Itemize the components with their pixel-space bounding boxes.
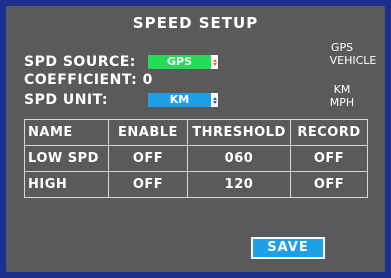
threshold-cell[interactable]: 120 — [187, 171, 291, 198]
enable-cell[interactable]: OFF — [108, 145, 188, 172]
spd-source-option-gps: GPS — [330, 41, 354, 54]
speed-setup-screen: SPEED SETUP SPD SOURCE: GPS GPS VEHICLE … — [0, 0, 391, 278]
updown-arrow-icon[interactable] — [211, 55, 218, 69]
spd-unit-label: SPD UNIT: — [24, 92, 109, 108]
spd-unit-option-mph: MPH — [329, 96, 355, 109]
spd-source-option-vehicle: VEHICLE — [329, 54, 377, 67]
spd-unit-value: KM — [148, 93, 211, 107]
spd-source-select[interactable]: GPS — [148, 55, 218, 69]
spd-unit-select[interactable]: KM — [148, 93, 218, 107]
row-name: LOW SPD — [24, 145, 109, 172]
column-header-name: NAME — [24, 119, 109, 146]
table-header-row: NAME ENABLE THRESHOLD RECORD — [24, 119, 368, 146]
row-name: HIGH — [24, 171, 109, 198]
table-row: LOW SPD OFF 060 OFF — [24, 145, 368, 172]
updown-arrow-icon[interactable] — [211, 93, 218, 107]
save-button[interactable]: SAVE — [251, 237, 325, 259]
column-header-record: RECORD — [290, 119, 368, 146]
spd-unit-option-km: KM — [333, 83, 351, 96]
alarm-table: NAME ENABLE THRESHOLD RECORD LOW SPD OFF… — [24, 119, 368, 198]
spd-source-value: GPS — [148, 55, 211, 69]
enable-cell[interactable]: OFF — [108, 171, 188, 198]
coefficient-label: COEFFICIENT: 0 — [24, 72, 153, 88]
record-cell[interactable]: OFF — [290, 171, 368, 198]
threshold-cell[interactable]: 060 — [187, 145, 291, 172]
page-title: SPEED SETUP — [132, 14, 259, 32]
column-header-threshold: THRESHOLD — [187, 119, 291, 146]
column-header-enable: ENABLE — [108, 119, 188, 146]
record-cell[interactable]: OFF — [290, 145, 368, 172]
table-row: HIGH OFF 120 OFF — [24, 171, 368, 198]
spd-source-label: SPD SOURCE: — [24, 54, 136, 70]
